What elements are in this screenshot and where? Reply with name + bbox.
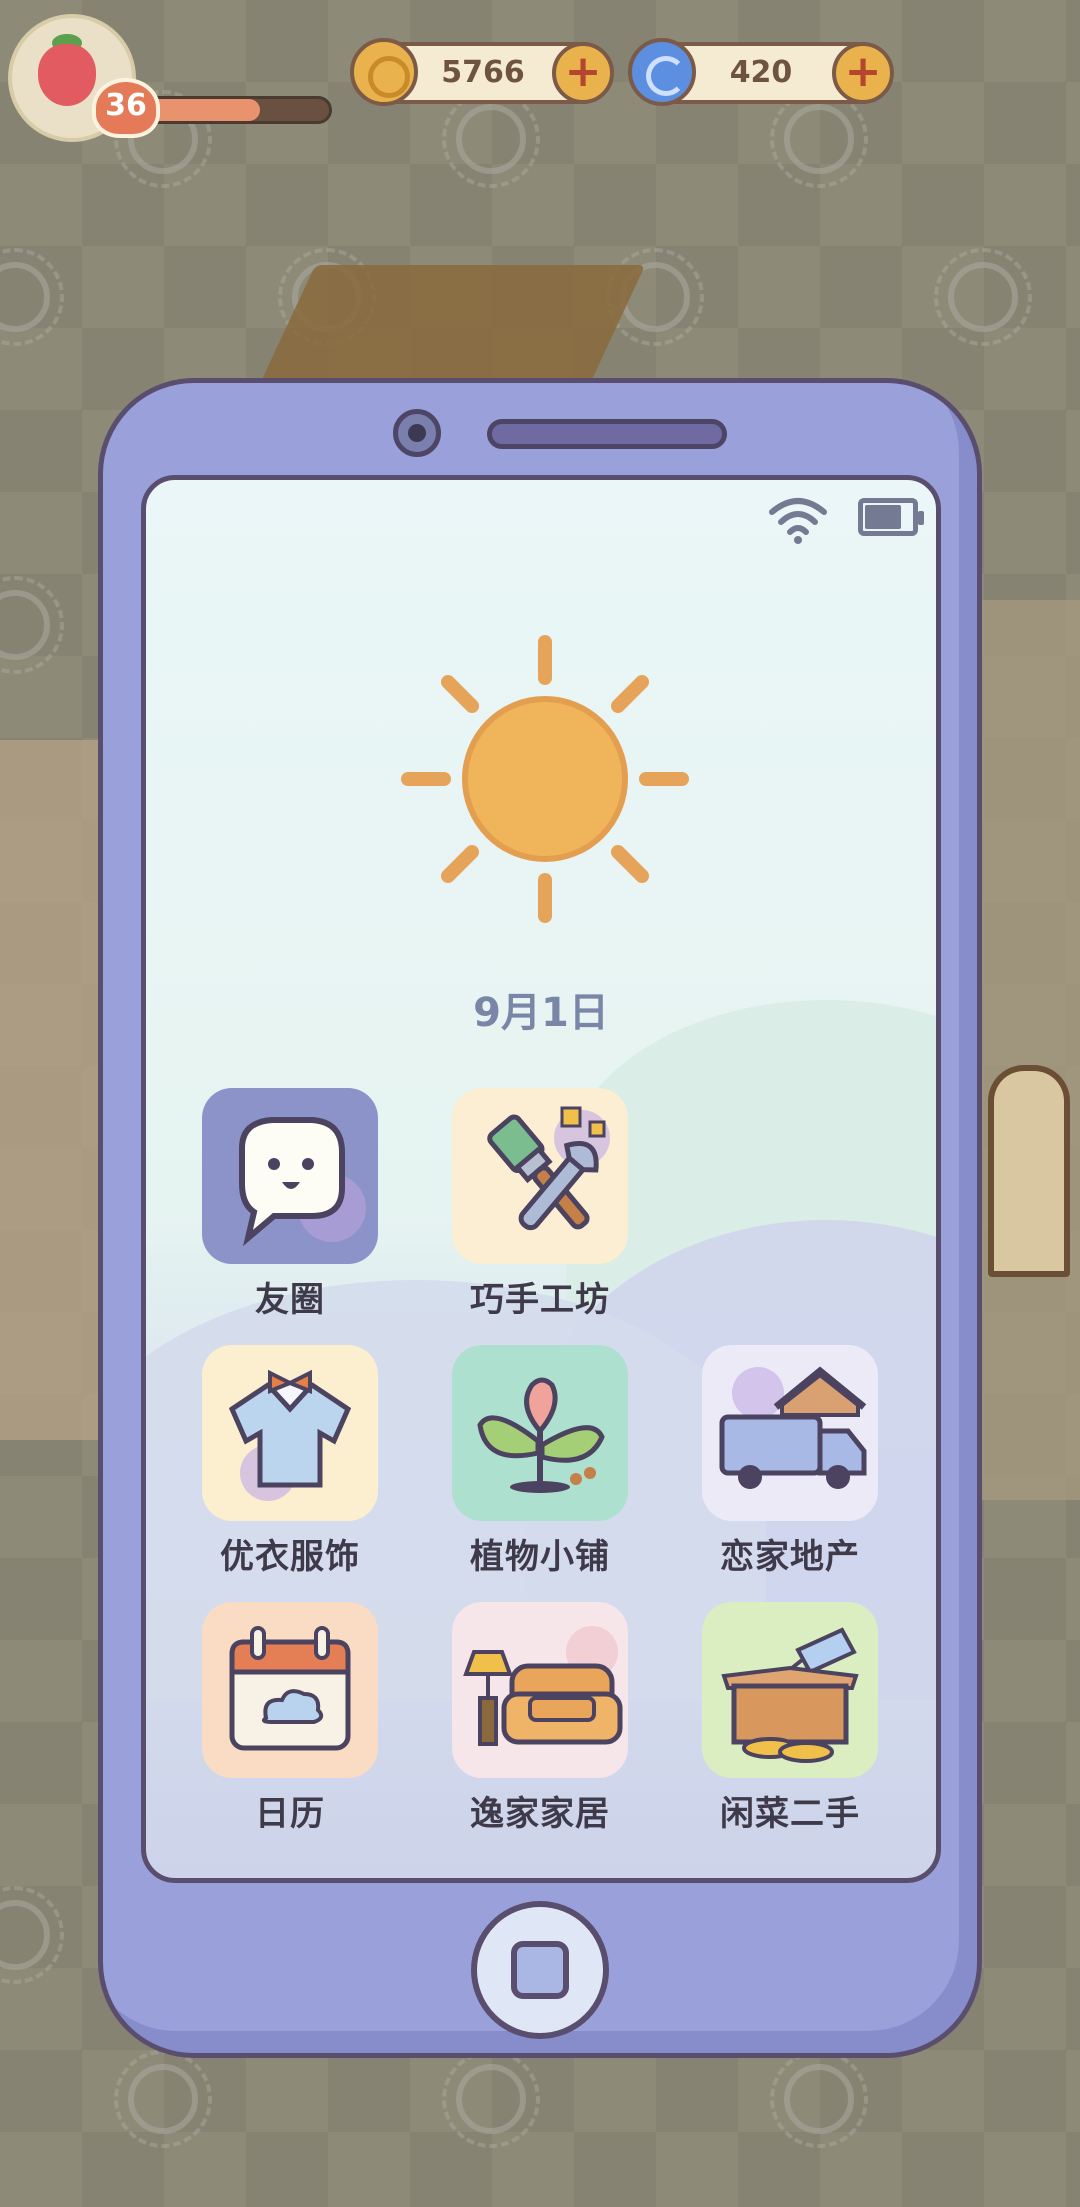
battery-icon: [858, 498, 924, 536]
app-label: 植物小铺: [470, 1537, 610, 1577]
app-calendar[interactable]: 日历: [201, 1602, 379, 1835]
paintbrush-wrench-icon: [452, 1088, 628, 1264]
wifi-icon: [769, 498, 827, 544]
background-roof: [254, 265, 646, 395]
app-plant-shop[interactable]: 植物小铺: [451, 1345, 629, 1578]
app-home-furnishing[interactable]: 逸家家居: [451, 1602, 629, 1835]
app-label: 日历: [255, 1794, 325, 1834]
phone-speaker: [487, 419, 727, 449]
bg-sun-icon: [114, 2050, 212, 2148]
app-second-hand[interactable]: 闲菜二手: [701, 1602, 879, 1835]
app-craft-workshop[interactable]: 巧手工坊: [451, 1088, 629, 1321]
app-label: 恋家地产: [720, 1537, 860, 1577]
date-display: 9月1日: [473, 990, 609, 1036]
coin-icon: [350, 38, 418, 106]
add-coins-button[interactable]: +: [552, 42, 614, 104]
bg-sun-icon: [442, 90, 540, 188]
app-label: 优衣服饰: [220, 1537, 360, 1577]
strawberry-icon: [38, 44, 96, 106]
phone-device: 9月1日 友圈 巧手工坊 优衣服饰 植物小铺 恋家地产 日历 逸家家居 闲菜二手: [98, 378, 982, 2058]
calendar-icon: [202, 1602, 378, 1778]
app-label: 闲菜二手: [720, 1794, 860, 1834]
background-room-right: [975, 600, 1080, 1500]
bg-sun-icon: [442, 2050, 540, 2148]
camera-icon: [393, 409, 441, 457]
swirl-icon: [628, 38, 696, 106]
speech-bubble-icon: [202, 1088, 378, 1264]
bg-sun-icon: [0, 248, 64, 346]
level-badge: 36: [92, 78, 160, 138]
sprout-icon: [452, 1345, 628, 1521]
bg-sun-icon: [0, 576, 64, 674]
background-room-left: [0, 740, 110, 1440]
app-label: 友圈: [255, 1280, 325, 1320]
bg-sun-icon: [934, 248, 1032, 346]
moving-truck-icon: [702, 1345, 878, 1521]
app-real-estate[interactable]: 恋家地产: [701, 1345, 879, 1578]
shirt-icon: [202, 1345, 378, 1521]
app-label: 巧手工坊: [470, 1280, 610, 1320]
sun-icon: [401, 635, 689, 923]
xp-bar-fill: [143, 99, 261, 121]
app-clothing-store[interactable]: 优衣服饰: [201, 1345, 379, 1578]
bg-sun-icon: [0, 1886, 64, 1984]
app-label: 逸家家居: [470, 1794, 610, 1834]
bg-sun-icon: [770, 90, 868, 188]
coin-value: 5766: [441, 55, 525, 90]
box-tag-icon: [702, 1602, 878, 1778]
add-gems-button[interactable]: +: [832, 42, 894, 104]
phone-screen: 9月1日 友圈 巧手工坊 优衣服饰 植物小铺 恋家地产 日历 逸家家居 闲菜二手: [141, 475, 941, 1883]
sofa-lamp-icon: [452, 1602, 628, 1778]
home-button[interactable]: [471, 1901, 609, 2039]
background-door: [988, 1065, 1070, 1277]
gem-value: 420: [729, 55, 793, 90]
bg-sun-icon: [770, 2050, 868, 2148]
xp-bar: [140, 96, 332, 124]
app-friends-circle[interactable]: 友圈: [201, 1088, 379, 1321]
